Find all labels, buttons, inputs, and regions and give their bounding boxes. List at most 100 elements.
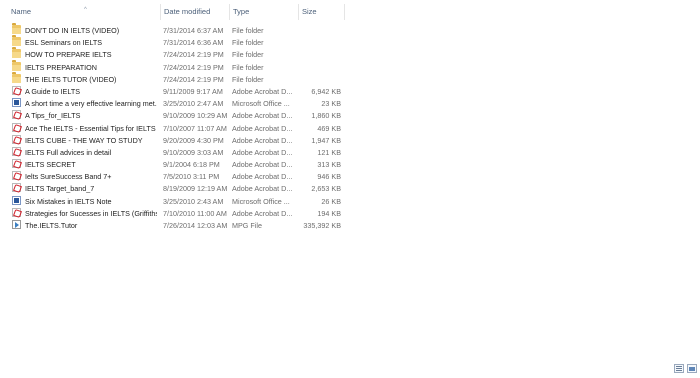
file-date-modified: 7/24/2014 2:19 PM: [163, 74, 224, 84]
folder-icon: [12, 47, 21, 59]
file-size: 469 KB: [317, 123, 341, 133]
column-header-size-label: Size: [302, 7, 317, 16]
column-header-name[interactable]: ^ Name: [8, 4, 161, 20]
large-icons-view-button[interactable]: [687, 364, 697, 373]
file-name: Ace The IELTS - Essential Tips for IELTS…: [25, 123, 157, 133]
file-date-modified: 9/1/2004 6:18 PM: [163, 160, 220, 170]
file-name: A short time a very effective learning m…: [25, 99, 157, 109]
file-name: DON'T DO IN IELTS (VIDEO): [25, 26, 120, 35]
file-type: File folder: [232, 62, 264, 72]
file-name: Ielts SureSuccess Band 7+: [25, 172, 112, 182]
folder-icon: [12, 23, 21, 34]
file-type: File folder: [232, 50, 264, 60]
column-header-date-label: Date modified: [164, 7, 211, 16]
file-size: 23 KB: [321, 99, 341, 109]
video-file-icon: [12, 220, 21, 229]
file-date-modified: 7/26/2014 12:03 AM: [163, 221, 228, 230]
pdf-icon: [12, 134, 21, 144]
file-type: Adobe Acrobat D...: [232, 86, 293, 96]
file-name: HOW TO PREPARE IELTS: [25, 50, 112, 60]
column-header-type-label: Type: [233, 7, 250, 16]
file-size: 121 KB: [317, 147, 341, 157]
pdf-icon: [12, 159, 21, 169]
folder-icon: [12, 71, 21, 83]
column-header-date-modified[interactable]: Date modified: [161, 4, 230, 20]
file-date-modified: 7/10/2010 11:00 AM: [163, 208, 227, 218]
file-date-modified: 7/24/2014 2:19 PM: [163, 50, 224, 60]
file-row[interactable]: DON'T DO IN IELTS (VIDEO) 7/31/2014 6:37 …: [0, 23, 700, 36]
file-row[interactable]: Ace The IELTS - Essential Tips for IELTS…: [0, 122, 700, 134]
file-date-modified: 9/20/2009 4:30 PM: [163, 135, 224, 145]
file-row[interactable]: IELTS CUBE - THE WAY TO STUDY 9/20/2009 4…: [0, 134, 700, 146]
folder-icon: [12, 35, 21, 47]
column-header-size[interactable]: Size: [299, 4, 345, 20]
file-size: 1,860 KB: [311, 111, 341, 121]
file-row[interactable]: Six Mistakes in IELTS Note 3/25/2010 2:43…: [0, 195, 700, 207]
pdf-icon: [12, 85, 21, 95]
file-row[interactable]: Strategies for Sucesses in IELTS (Griffi…: [0, 207, 700, 219]
file-row[interactable]: A Tips_for_IELTS 9/10/2009 10:29 AM Adobe …: [0, 109, 700, 121]
file-size: 194 KB: [317, 208, 341, 218]
file-row[interactable]: A short time a very effective learning m…: [0, 97, 700, 109]
file-row[interactable]: Ielts SureSuccess Band 7+ 7/5/2010 3:11 P…: [0, 170, 700, 182]
file-name: Six Mistakes in IELTS Note: [25, 196, 112, 206]
file-name: IELTS Target_band_7: [25, 184, 95, 194]
file-date-modified: 7/24/2014 2:19 PM: [163, 62, 224, 72]
file-name: A Guide to IELTS: [25, 86, 80, 96]
file-date-modified: 7/5/2010 3:11 PM: [163, 172, 220, 182]
file-row[interactable]: HOW TO PREPARE IELTS 7/24/2014 2:19 PM Fil…: [0, 47, 700, 60]
file-type: Adobe Acrobat D...: [232, 208, 293, 218]
file-type: File folder: [232, 74, 264, 84]
details-view-button[interactable]: [674, 364, 684, 373]
file-type: File folder: [232, 38, 264, 48]
file-size: 335,392 KB: [303, 221, 341, 230]
file-type: Microsoft Office ...: [232, 196, 290, 206]
file-date-modified: 3/25/2010 2:47 AM: [163, 99, 224, 109]
column-header-name-label: Name: [11, 7, 32, 16]
folder-icon: [12, 59, 21, 71]
file-type: Adobe Acrobat D...: [232, 135, 293, 145]
file-row[interactable]: IELTS Target_band_7 8/19/2009 12:19 AM Ado…: [0, 182, 700, 194]
file-size: 1,947 KB: [311, 135, 341, 145]
file-name: IELTS PREPARATION: [25, 62, 97, 72]
file-type: Adobe Acrobat D...: [232, 160, 293, 170]
file-type: Adobe Acrobat D...: [232, 123, 293, 133]
file-date-modified: 9/11/2009 9:17 AM: [163, 86, 223, 96]
file-date-modified: 9/10/2009 3:03 AM: [163, 147, 224, 157]
file-type: Microsoft Office ...: [232, 99, 290, 109]
pdf-icon: [12, 146, 21, 156]
file-date-modified: 7/31/2014 6:36 AM: [163, 38, 224, 48]
file-name: The.IELTS.Tutor: [25, 221, 78, 230]
file-size: 26 KB: [321, 196, 341, 206]
file-type: MPG File: [232, 221, 262, 230]
pdf-icon: [12, 207, 21, 217]
file-date-modified: 7/10/2007 11:07 AM: [163, 123, 227, 133]
word-doc-icon: [12, 195, 21, 205]
file-row[interactable]: IELTS PREPARATION 7/24/2014 2:19 PM File f…: [0, 59, 700, 73]
file-size: 946 KB: [317, 172, 341, 182]
file-name: IELTS Full advices in detail: [25, 147, 112, 157]
column-header-bar: ^ Name Date modified Type Size: [0, 4, 700, 20]
pdf-icon: [12, 122, 21, 132]
file-row[interactable]: IELTS Full advices in detail 9/10/2009 3:…: [0, 146, 700, 158]
file-date-modified: 8/19/2009 12:19 AM: [163, 184, 228, 194]
file-list: DON'T DO IN IELTS (VIDEO) 7/31/2014 6:37 …: [0, 23, 700, 231]
file-name: A Tips_for_IELTS: [25, 111, 81, 121]
file-type: Adobe Acrobat D...: [232, 147, 293, 157]
file-row[interactable]: ESL Seminars on IELTS 7/31/2014 6:36 AM Fi…: [0, 35, 700, 48]
file-type: Adobe Acrobat D...: [232, 184, 293, 194]
file-row[interactable]: THE IELTS TUTOR (VIDEO) 7/24/2014 2:19 PM…: [0, 71, 700, 85]
file-size: 313 KB: [317, 160, 341, 170]
file-name: THE IELTS TUTOR (VIDEO): [25, 74, 117, 84]
column-header-type[interactable]: Type: [230, 4, 299, 20]
file-type: File folder: [232, 26, 264, 35]
file-row[interactable]: A Guide to IELTS 9/11/2009 9:17 AM Adobe A…: [0, 85, 700, 97]
file-date-modified: 3/25/2010 2:43 AM: [163, 196, 224, 206]
pdf-icon: [12, 110, 21, 120]
file-row[interactable]: IELTS SECRET 9/1/2004 6:18 PM Adobe Acroba…: [0, 158, 700, 170]
file-date-modified: 9/10/2009 10:29 AM: [163, 111, 228, 121]
file-type: Adobe Acrobat D...: [232, 111, 293, 121]
file-date-modified: 7/31/2014 6:37 AM: [163, 26, 224, 35]
file-row[interactable]: The.IELTS.Tutor 7/26/2014 12:03 AM MPG Fil…: [0, 219, 700, 231]
file-name: Strategies for Sucesses in IELTS (Griffi…: [25, 208, 157, 218]
